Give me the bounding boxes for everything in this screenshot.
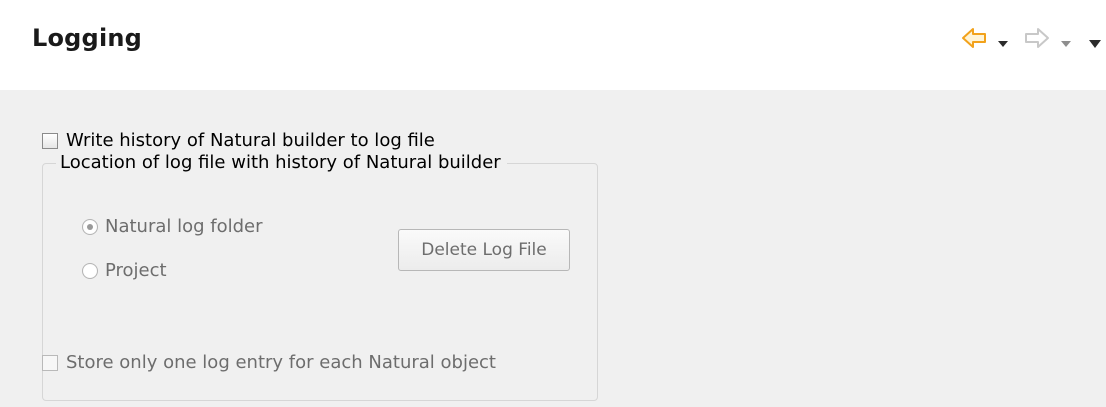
radio-project-indicator[interactable]: [82, 262, 98, 279]
store-one-entry-checkbox[interactable]: [42, 354, 58, 371]
forward-history-dropdown-icon[interactable]: [1059, 34, 1073, 47]
store-one-entry-checkbox-row[interactable]: Store only one log entry for each Natura…: [42, 352, 496, 373]
back-arrow-icon[interactable]: [960, 24, 988, 52]
page-title: Logging: [32, 24, 143, 52]
back-history-dropdown-icon[interactable]: [996, 34, 1010, 47]
write-history-checkbox[interactable]: [42, 132, 58, 149]
view-menu-icon[interactable]: [1088, 34, 1102, 48]
radio-project[interactable]: Project: [82, 260, 167, 281]
page-header: Logging: [0, 0, 1106, 90]
nav-back-group: [960, 24, 1030, 52]
preferences-content: Write history of Natural builder to log …: [0, 90, 1106, 407]
write-history-label: Write history of Natural builder to log …: [66, 130, 435, 151]
radio-natural-log-folder[interactable]: Natural log folder: [82, 216, 263, 237]
radio-natural-log-folder-label: Natural log folder: [105, 216, 263, 237]
log-location-group-title: Location of log file with history of Nat…: [56, 152, 507, 173]
radio-project-label: Project: [105, 260, 167, 281]
delete-log-file-button[interactable]: Delete Log File: [398, 229, 570, 271]
write-history-checkbox-row[interactable]: Write history of Natural builder to log …: [42, 130, 435, 151]
nav-forward-group: [1023, 24, 1093, 52]
radio-natural-log-folder-indicator[interactable]: [82, 218, 98, 235]
forward-arrow-icon[interactable]: [1023, 24, 1051, 52]
store-one-entry-label: Store only one log entry for each Natura…: [66, 352, 496, 373]
